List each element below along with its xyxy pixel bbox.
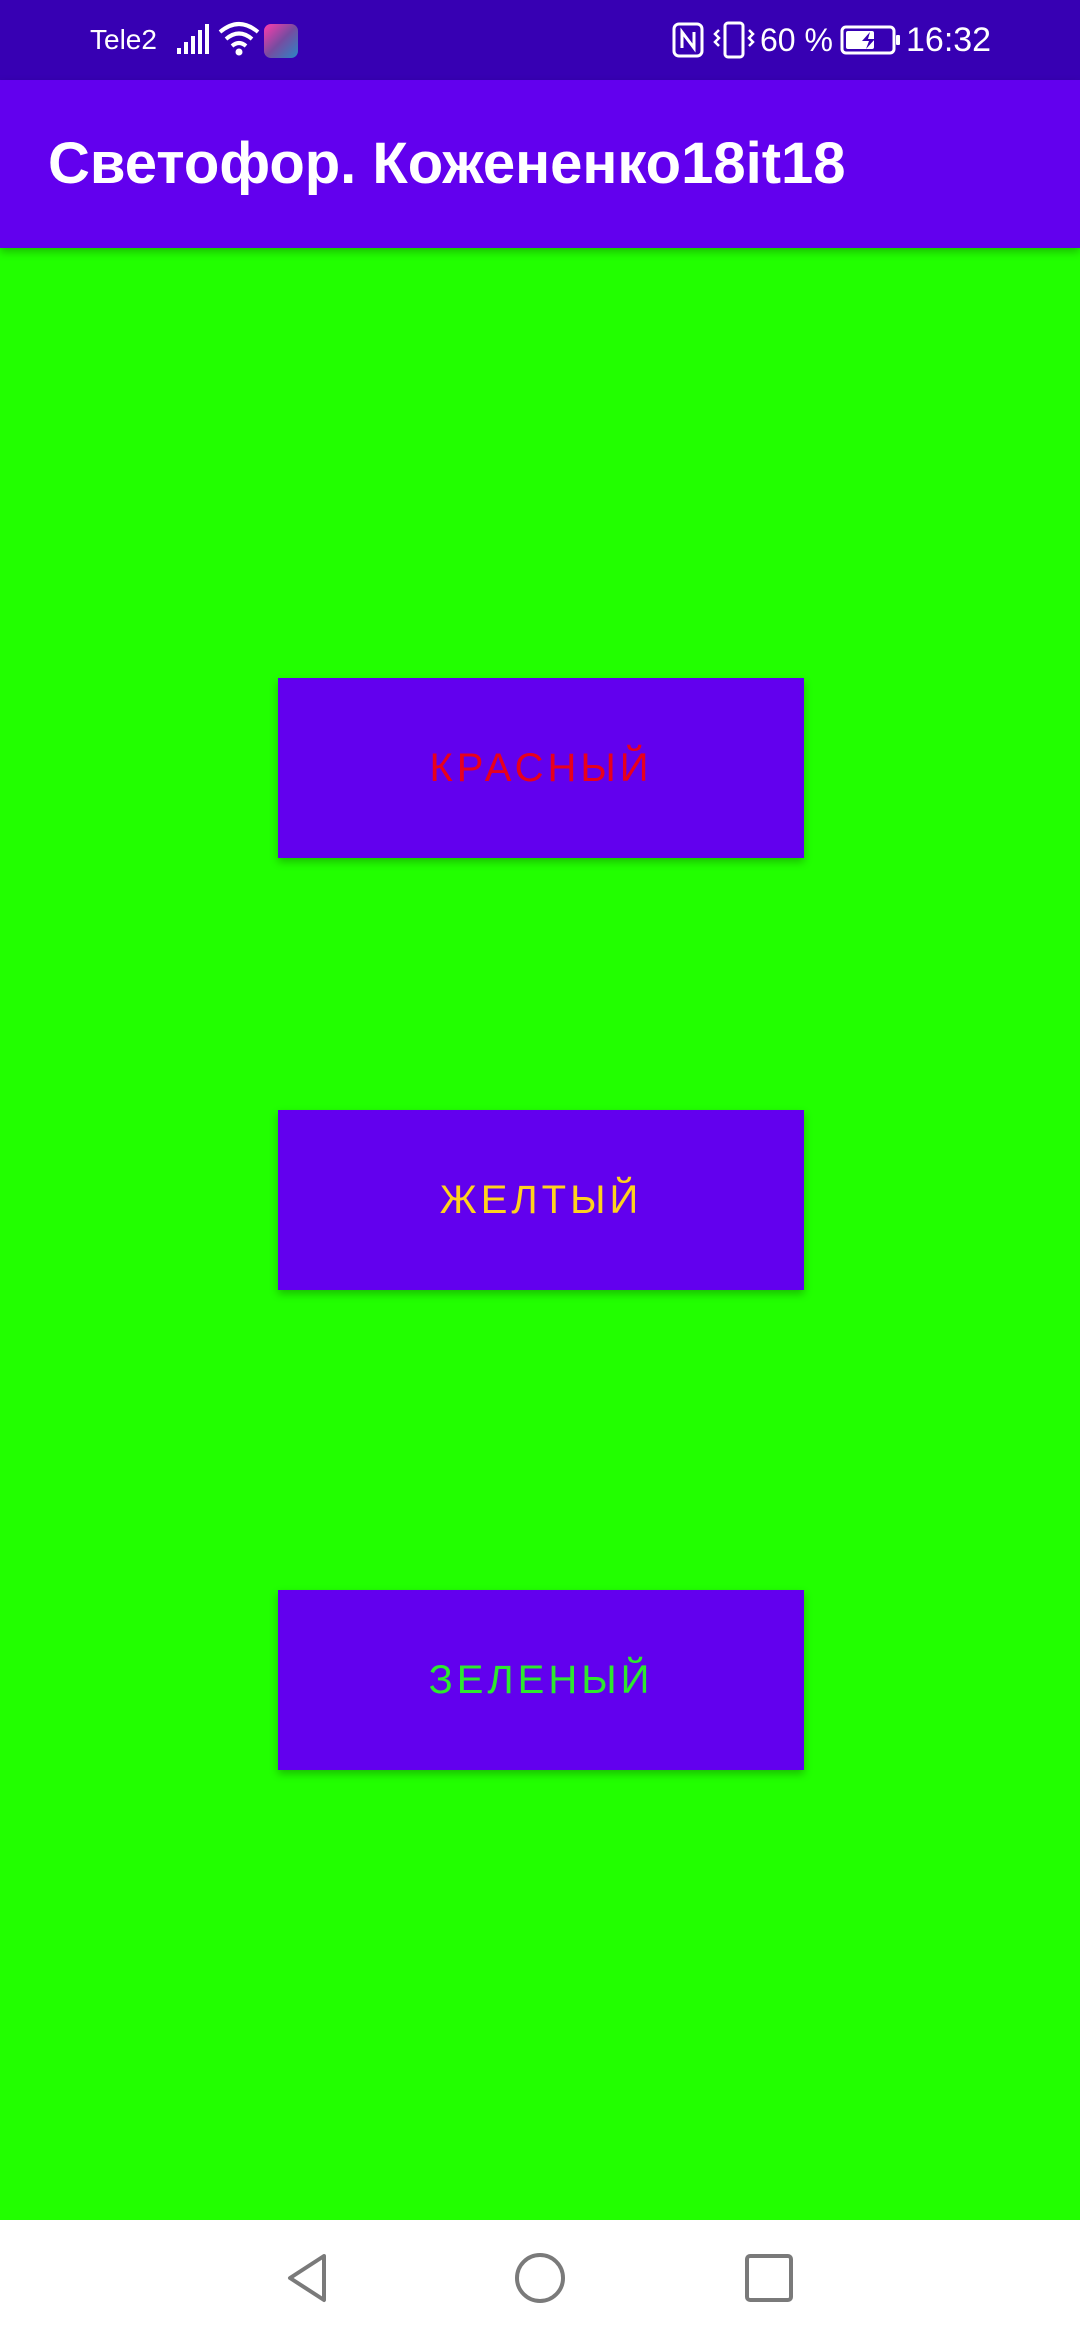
red-button-label: КРАСНЫЙ — [429, 745, 653, 790]
recent-apps-icon — [743, 2252, 795, 2309]
nfc-icon — [672, 22, 704, 58]
app-bar: Светофор. Кожененко18it18 — [0, 80, 1080, 248]
home-button[interactable] — [504, 2244, 576, 2316]
app-title: Светофор. Кожененко18it18 — [48, 131, 846, 196]
back-icon — [280, 2250, 336, 2311]
carrier-label: Tele2 — [90, 24, 157, 55]
wifi-icon — [218, 20, 260, 58]
app-badge-icon — [264, 24, 298, 58]
green-button[interactable]: ЗЕЛЕНЫЙ — [278, 1590, 804, 1770]
home-icon — [512, 2250, 568, 2311]
navigation-bar — [0, 2220, 1080, 2340]
green-button-label: ЗЕЛЕНЫЙ — [428, 1657, 654, 1702]
back-button[interactable] — [272, 2244, 344, 2316]
yellow-button-label: ЖЕЛТЫЙ — [439, 1177, 643, 1222]
traffic-light-panel: КРАСНЫЙ ЖЕЛТЫЙ ЗЕЛЕНЫЙ — [0, 248, 1080, 2220]
status-bar: Tele2 60 % 16:32 — [0, 0, 1080, 80]
clock: 16:32 — [906, 21, 992, 59]
battery-charging-icon — [840, 24, 902, 56]
yellow-button[interactable]: ЖЕЛТЫЙ — [278, 1110, 804, 1290]
vibrate-icon — [712, 20, 756, 60]
battery-percent: 60 % — [760, 22, 833, 58]
signal-icon — [176, 22, 210, 56]
recent-apps-button[interactable] — [733, 2244, 805, 2316]
red-button[interactable]: КРАСНЫЙ — [278, 678, 804, 858]
